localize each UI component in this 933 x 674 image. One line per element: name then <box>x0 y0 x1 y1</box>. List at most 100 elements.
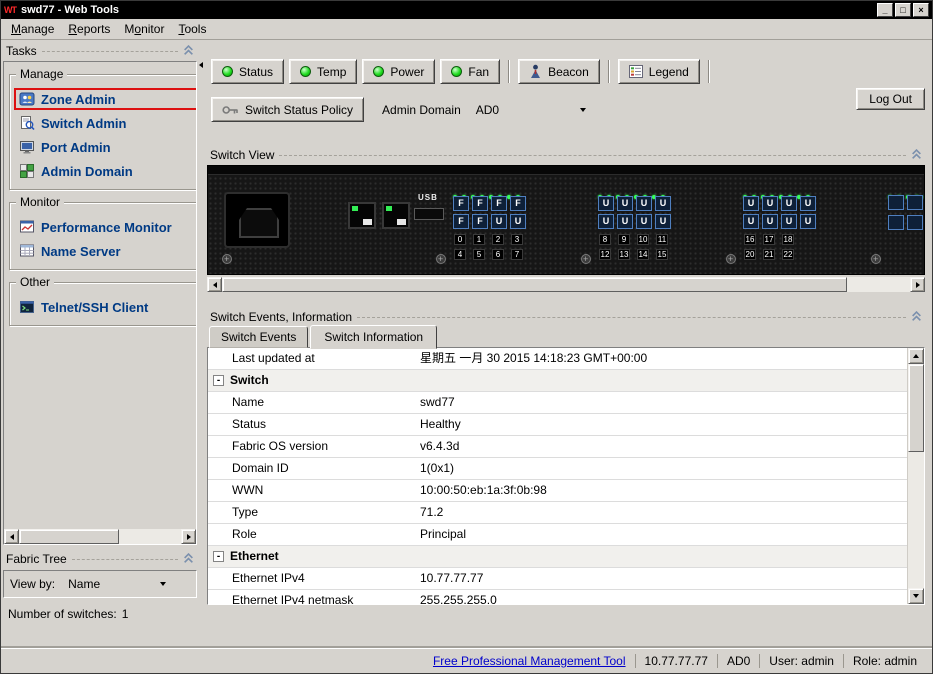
port-square[interactable] <box>907 215 923 230</box>
port-square[interactable]: U <box>491 214 507 229</box>
collapse-chevron-icon[interactable] <box>911 149 922 160</box>
screw-icon <box>222 254 232 264</box>
switch-view-header: Switch View <box>207 147 925 162</box>
port-square[interactable]: F <box>510 196 526 211</box>
port-square[interactable]: U <box>655 196 671 211</box>
port-square[interactable]: U <box>636 214 652 229</box>
port-square[interactable]: U <box>781 214 797 229</box>
temp-button[interactable]: Temp <box>289 59 357 84</box>
port-square[interactable] <box>888 195 904 210</box>
zone-admin-icon <box>19 91 35 107</box>
port-square[interactable]: U <box>762 214 778 229</box>
menu-item-manage[interactable]: Manage <box>4 20 61 38</box>
port-square[interactable]: U <box>800 214 816 229</box>
task-port-admin[interactable]: Port Admin <box>14 136 197 158</box>
table-row[interactable]: Last updated at 星期五 一月 30 2015 14:18:23 … <box>208 348 907 370</box>
collapse-chevron-icon[interactable] <box>183 45 194 56</box>
table-row[interactable]: Domain ID 1(0x1) <box>208 458 907 480</box>
scroll-down-button[interactable] <box>908 588 924 604</box>
admin-domain-dropdown[interactable]: AD0 <box>471 101 591 119</box>
collapse-toggle-icon[interactable] <box>213 375 224 386</box>
collapse-toggle-icon[interactable] <box>213 551 224 562</box>
port-square[interactable]: U <box>743 196 759 211</box>
port-square[interactable]: U <box>762 196 778 211</box>
switch-front-panel-image[interactable]: USB FFFFFFUU01234567UUUUUUUU891011121314… <box>207 165 925 275</box>
port-square[interactable] <box>907 195 923 210</box>
port-number: 10 <box>637 234 649 245</box>
task-performance-monitor[interactable]: Performance Monitor <box>14 216 197 238</box>
menu-item-reports[interactable]: Reports <box>61 20 117 38</box>
port-square[interactable]: F <box>472 214 488 229</box>
table-group-row[interactable]: Switch <box>208 370 907 392</box>
task-switch-admin[interactable]: Switch Admin <box>14 112 197 134</box>
collapse-chevron-icon[interactable] <box>183 553 194 564</box>
log-out-button[interactable]: Log Out <box>856 88 925 110</box>
port-square[interactable]: U <box>617 196 633 211</box>
table-row[interactable]: WWN 10:00:50:eb:1a:3f:0b:98 <box>208 480 907 502</box>
switch-status-policy-button[interactable]: Switch Status Policy <box>211 97 364 122</box>
task-zone-admin[interactable]: Zone Admin <box>14 88 197 110</box>
property-name: Fabric OS version <box>208 436 420 457</box>
port-square[interactable]: U <box>617 214 633 229</box>
webtools-logo-icon: WT <box>4 5 21 15</box>
led-row <box>888 188 925 195</box>
table-row[interactable]: Name swd77 <box>208 392 907 414</box>
task-name-server[interactable]: Name Server <box>14 240 197 262</box>
menu-item-tools[interactable]: Tools <box>171 20 213 38</box>
table-row[interactable]: Role Principal <box>208 524 907 546</box>
table-row[interactable]: Status Healthy <box>208 414 907 436</box>
port-square[interactable]: U <box>655 214 671 229</box>
scrollbar-thumb[interactable] <box>19 529 119 544</box>
scroll-up-button[interactable] <box>908 348 924 364</box>
port-square[interactable]: F <box>453 214 469 229</box>
legend-button[interactable]: Legend <box>618 59 700 84</box>
tab-switch-information[interactable]: Switch Information <box>310 325 437 349</box>
menu-item-monitor[interactable]: Monitor <box>117 20 171 38</box>
power-led-icon <box>373 66 384 77</box>
port-square[interactable]: U <box>598 214 614 229</box>
collapse-chevron-icon[interactable] <box>911 311 922 322</box>
table-group-row[interactable]: Ethernet <box>208 546 907 568</box>
port-square[interactable]: U <box>510 214 526 229</box>
task-telnet-ssh-client[interactable]: Telnet/SSH Client <box>14 296 197 318</box>
port-number: 3 <box>511 234 523 245</box>
scroll-left-button[interactable] <box>207 277 222 292</box>
status-button[interactable]: Status <box>211 59 284 84</box>
port-number: 16 <box>744 234 756 245</box>
port-square[interactable]: F <box>491 196 507 211</box>
port-square[interactable]: U <box>800 196 816 211</box>
scroll-right-button[interactable] <box>181 529 196 544</box>
scrollbar-thumb[interactable] <box>908 364 924 452</box>
port-square[interactable]: F <box>472 196 488 211</box>
table-row[interactable]: Ethernet IPv4 10.77.77.77 <box>208 568 907 590</box>
table-row[interactable]: Ethernet IPv4 netmask 255.255.255.0 <box>208 590 907 604</box>
scroll-left-button[interactable] <box>4 529 19 544</box>
table-row[interactable]: Fabric OS version v6.4.3d <box>208 436 907 458</box>
tasks-panel: Manage Zone Admin Switch Admin Port Admi… <box>3 61 197 545</box>
table-row[interactable]: Type 71.2 <box>208 502 907 524</box>
port-square[interactable]: U <box>781 196 797 211</box>
port-square[interactable]: U <box>598 196 614 211</box>
main-area: Tasks Manage Zone Admin Switch Admin <box>1 41 932 648</box>
scrollbar-thumb[interactable] <box>222 277 847 292</box>
beacon-button[interactable]: Beacon <box>518 59 600 84</box>
port-square[interactable]: U <box>636 196 652 211</box>
admin-domain-value: AD0 <box>476 103 499 117</box>
port-square[interactable] <box>888 215 904 230</box>
maximize-button[interactable]: □ <box>895 3 911 17</box>
task-admin-domain[interactable]: Admin Domain <box>14 160 197 182</box>
port-row: UUUU <box>598 195 675 211</box>
close-button[interactable]: × <box>913 3 929 17</box>
fan-button[interactable]: Fan <box>440 59 500 84</box>
view-by-dropdown[interactable]: Name <box>63 575 171 593</box>
admin-domain-icon <box>19 163 35 179</box>
management-tool-link[interactable]: Free Professional Management Tool <box>424 654 635 668</box>
port-square[interactable]: F <box>453 196 469 211</box>
minimize-button[interactable]: _ <box>877 3 893 17</box>
collapse-sidebar-arrow[interactable] <box>199 62 203 68</box>
port-number: 6 <box>492 249 504 260</box>
port-square[interactable]: U <box>743 214 759 229</box>
power-button[interactable]: Power <box>362 59 435 84</box>
tab-switch-events[interactable]: Switch Events <box>209 326 308 348</box>
scroll-right-button[interactable] <box>910 277 925 292</box>
